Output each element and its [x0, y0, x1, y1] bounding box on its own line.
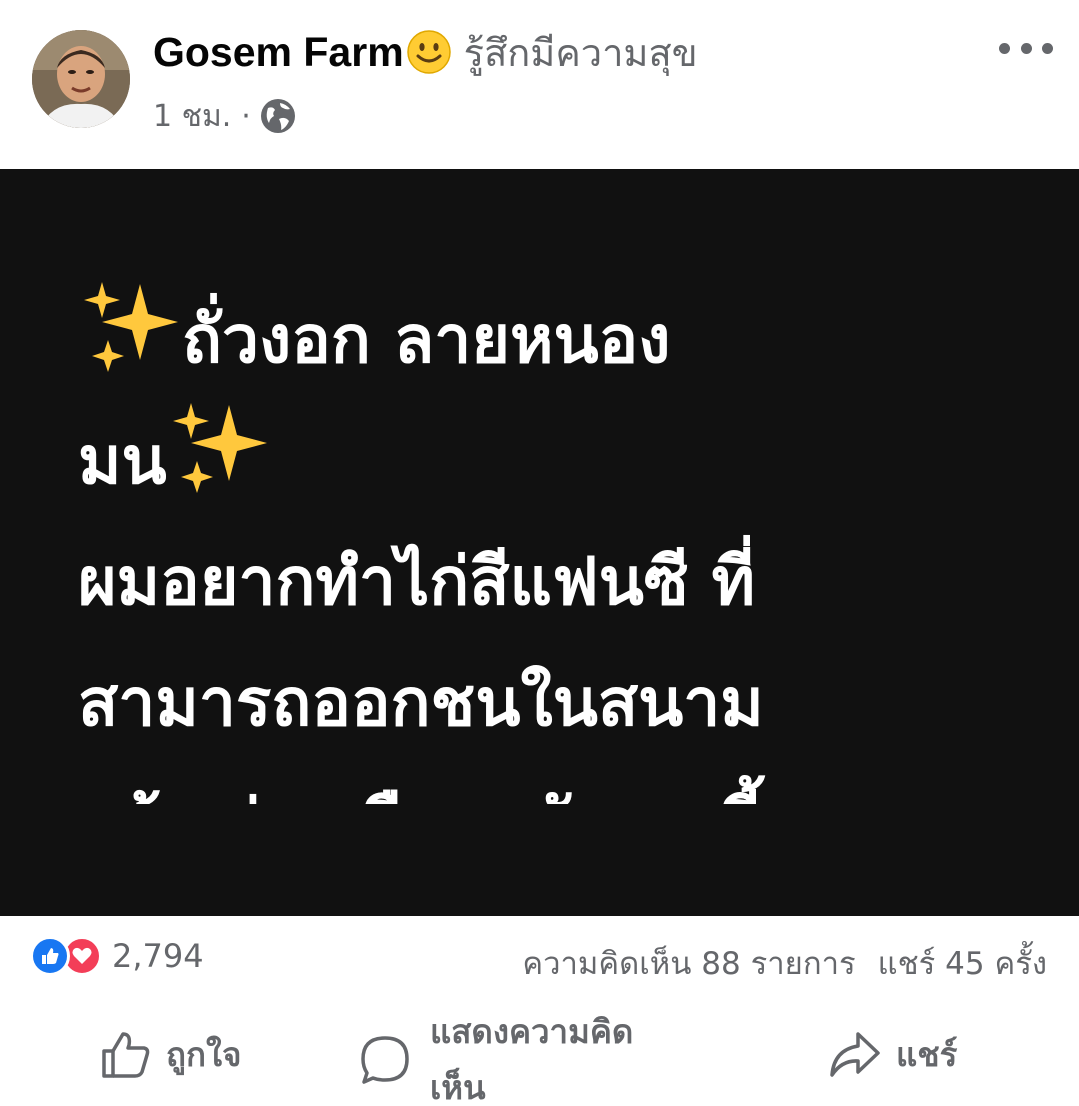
more-dot	[999, 42, 1010, 54]
sparkles-icon	[167, 401, 271, 497]
more-dot	[1042, 42, 1053, 54]
more-dot	[1020, 42, 1032, 54]
comment-label: แสดงความคิดเห็น	[430, 1012, 634, 1106]
post-actions: ถูกใจ แสดงความคิดเห็น แชร์	[0, 1000, 1079, 1106]
share-arrow-icon	[828, 1030, 882, 1080]
post-text-line-1: ถั่วงอก ลายหนอง	[182, 301, 671, 378]
meta-separator: ·	[241, 98, 251, 134]
author-line: Gosem Farm รู้สึกมีความสุข	[153, 24, 698, 80]
like-label: ถูกใจ	[166, 1035, 242, 1074]
like-reaction-icon	[30, 936, 70, 976]
reaction-count: 2,794	[112, 937, 204, 975]
sparkles-icon	[78, 280, 182, 376]
share-count[interactable]: แชร์ 45 ครั้ง	[878, 946, 1047, 982]
post-text-line-5: แล้วเก่งเหมือนหลังจากนี้	[78, 763, 1018, 804]
post-time[interactable]: 1 ชม.	[153, 93, 231, 140]
comment-count[interactable]: ความคิดเห็น 88 รายการ	[522, 946, 855, 982]
post-text-line: มน	[78, 400, 1018, 521]
more-options-icon[interactable]	[999, 30, 1053, 66]
thumbs-up-icon	[100, 1029, 152, 1081]
author-name[interactable]: Gosem Farm	[153, 29, 404, 76]
avatar[interactable]	[32, 30, 130, 128]
slightly-smiling-face-icon	[406, 29, 452, 75]
post-text: ถั่วงอก ลายหนอง มน ผมอยากทำไก่สีแฟนซี ที…	[78, 279, 1018, 804]
like-button[interactable]: ถูกใจ	[100, 1028, 241, 1081]
post-text-card[interactable]: ถั่วงอก ลายหนอง มน ผมอยากทำไก่สีแฟนซี ที…	[0, 169, 1079, 916]
facebook-post: Gosem Farm รู้สึกมีความสุข 1 ชม. · ถั่วง…	[0, 0, 1079, 1106]
post-header: Gosem Farm รู้สึกมีความสุข 1 ชม. ·	[0, 0, 1079, 168]
comment-share-counts: ความคิดเห็น 88 รายการ แชร์ 45 ครั้ง	[522, 938, 1047, 988]
post-text-line: ถั่วงอก ลายหนอง	[78, 279, 1018, 400]
globe-icon	[259, 97, 297, 135]
share-label: แชร์	[896, 1035, 958, 1074]
feeling-text[interactable]: รู้สึกมีความสุข	[464, 22, 698, 83]
comment-button[interactable]: แสดงความคิดเห็น	[358, 1004, 680, 1106]
reactions-summary[interactable]: 2,794	[30, 936, 204, 976]
post-text-line-3: ผมอยากทำไก่สีแฟนซี ที่	[78, 543, 756, 620]
post-meta: 1 ชม. ·	[153, 96, 297, 136]
post-text-line-2: มน	[78, 422, 167, 499]
comment-bubble-icon	[358, 1033, 412, 1087]
post-stats: 2,794 ความคิดเห็น 88 รายการ แชร์ 45 ครั้ง	[0, 918, 1079, 1000]
share-button[interactable]: แชร์	[828, 1028, 957, 1081]
post-text-line-4: สามารถออกชนในสนาม	[78, 664, 764, 741]
